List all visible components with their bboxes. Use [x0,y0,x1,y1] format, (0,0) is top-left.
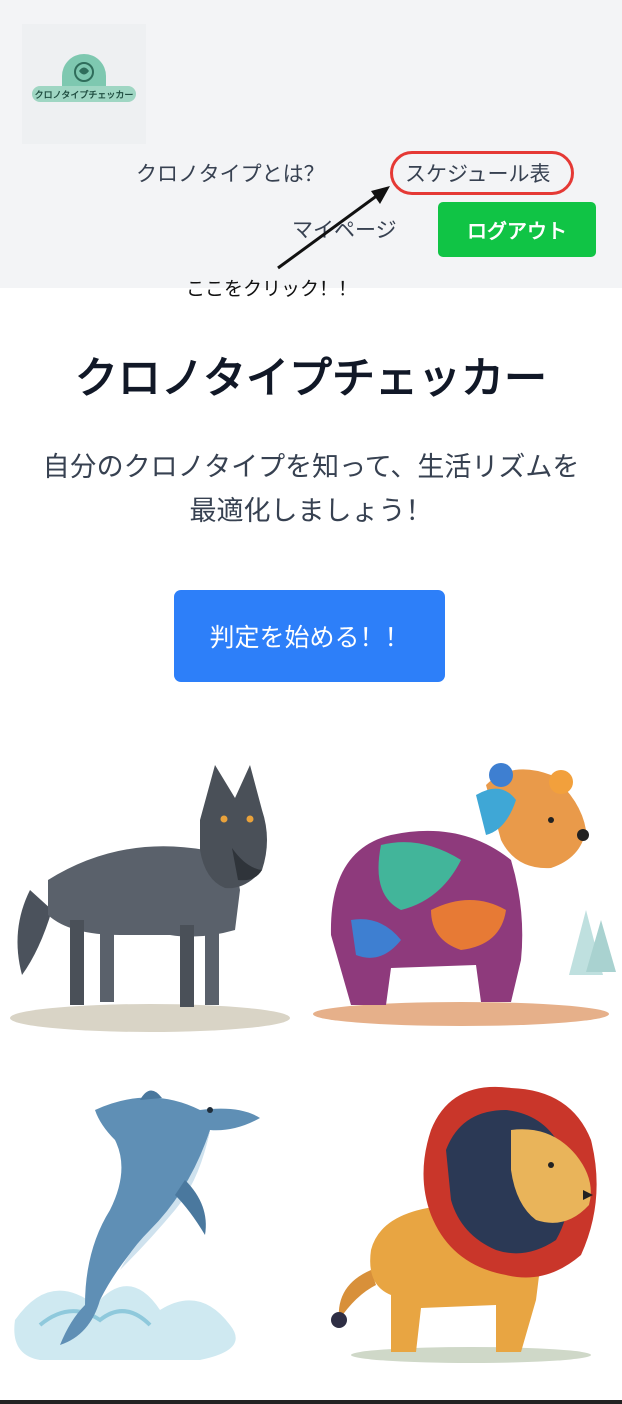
dolphin-image [0,1070,311,1380]
page-subtitle: 自分のクロノタイプを知って、生活リズムを最適化しましょう！ [42,452,580,527]
page-bottom-border [0,1400,622,1404]
click-here-note: ここをクリック！！ [186,278,358,300]
nav-schedule-link[interactable]: スケジュール表 [405,158,551,188]
lion-image [311,1070,622,1380]
bear-image [311,740,622,1040]
wolf-icon [10,765,290,1032]
wolf-image [0,740,311,1040]
dolphin-icon [14,1090,260,1360]
logo-text: クロノタイプチェッカー [35,89,134,101]
site-logo[interactable]: クロノタイプチェッカー [22,24,146,144]
lion-icon [331,1086,597,1363]
logout-button[interactable]: ログアウト [438,202,596,257]
start-check-button[interactable]: 判定を始める！！ [174,590,445,682]
page-title: クロノタイプチェッカー [74,354,548,404]
bear-icon [313,763,616,1026]
annotation-arrow-icon [277,186,390,270]
